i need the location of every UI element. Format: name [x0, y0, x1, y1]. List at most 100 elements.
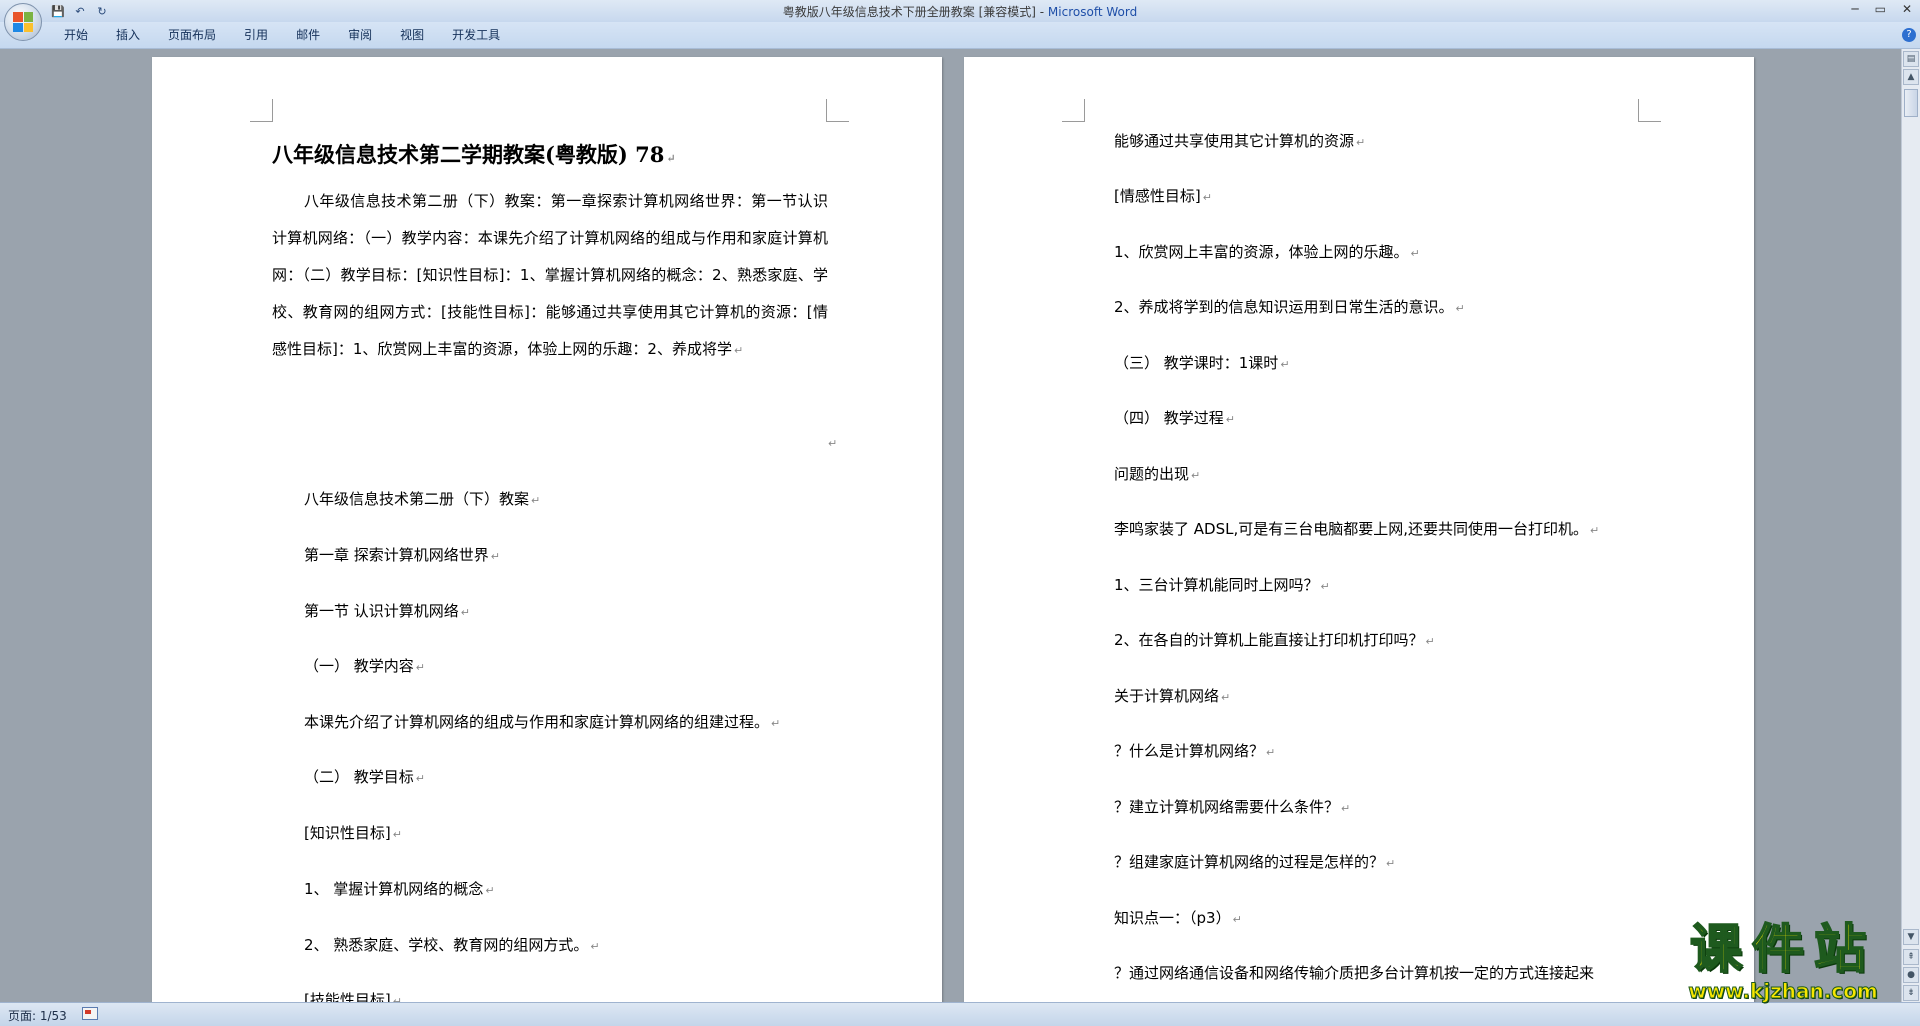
line-text: （二） 教学目标 [304, 768, 414, 786]
paragraph-mark: ↵ [531, 494, 541, 507]
paragraph-mark: ↵ [1320, 580, 1330, 593]
text-line: ？什么是计算机网络？ ↵ [1114, 740, 1275, 761]
line-text: 1、欣赏网上丰富的资源，体验上网的乐趣。 [1114, 243, 1409, 261]
tab-home[interactable]: 开始 [50, 22, 102, 48]
line-text: （一） 教学内容 [304, 657, 414, 675]
paragraph-mark: ↵ [1191, 469, 1201, 482]
empty-paragraph: ↵ [826, 433, 837, 451]
text-line: （一） 教学内容 ↵ [304, 655, 425, 676]
tab-insert[interactable]: 插入 [102, 22, 154, 48]
line-text: [技能性目标] [304, 991, 391, 1002]
paragraph-mark: ↵ [1386, 857, 1396, 870]
text-line: [情感性目标] ↵ [1114, 185, 1212, 206]
ribbon-tab-bar: 开始 插入 页面布局 引用 邮件 审阅 视图 开发工具 ? [0, 22, 1920, 49]
line-text: 关于计算机网络 [1114, 687, 1220, 705]
office-logo-icon [13, 12, 33, 32]
intro-paragraph: 八年级信息技术第二册（下）教案：第一章探索计算机网络世界：第一节认识计算机网络：… [272, 183, 828, 369]
text-line: 李鸣家装了 ADSL,可是有三台电脑都要上网,还要共同使用一台打印机。 ↵ [1114, 518, 1599, 539]
scroll-thumb[interactable] [1904, 89, 1918, 117]
paragraph-mark: ↵ [828, 437, 838, 450]
paragraph-mark: ↵ [666, 152, 676, 165]
line-text: 2、养成将学到的信息知识运用到日常生活的意识。 [1114, 298, 1454, 316]
watermark-url: www.kjzhan.com [1688, 979, 1879, 1003]
line-text: 能够通过共享使用其它计算机的资源 [1114, 132, 1355, 150]
line-text: ？建立计算机网络需要什么条件？ [1114, 798, 1340, 816]
line-text: 第一章 探索计算机网络世界 [304, 546, 489, 564]
line-text: 本课先介绍了计算机网络的组成与作用和家庭计算机网络的组建过程。 [304, 713, 770, 731]
paragraph-mark: ↵ [1590, 524, 1600, 537]
document-page-2[interactable]: 能够通过共享使用其它计算机的资源 ↵ [情感性目标] ↵ 1、欣赏网上丰富的资源，体… [964, 57, 1754, 1002]
tab-mailings[interactable]: 邮件 [282, 22, 334, 48]
text-line: 本课先介绍了计算机网络的组成与作用和家庭计算机网络的组建过程。 ↵ [304, 711, 780, 732]
paragraph-mark: ↵ [1280, 358, 1290, 371]
margin-corner-mark [1638, 99, 1661, 122]
text-line: 1、欣赏网上丰富的资源，体验上网的乐趣。 ↵ [1114, 241, 1420, 262]
text-line: ？通过网络通信设备和网络传输介质把多台计算机按一定的方式连接起来 [1114, 962, 1594, 983]
text-line: 2、 熟悉家庭、学校、教育网的组网方式。 ↵ [304, 934, 600, 955]
next-page-icon[interactable]: ⇟ [1903, 985, 1919, 1001]
line-text: 问题的出现 [1114, 465, 1190, 483]
paragraph-mark: ↵ [1225, 413, 1235, 426]
document-workspace[interactable]: 八年级信息技术第二学期教案(粤教版) 78 ↵ 八年级信息技术第二册（下）教案：第… [0, 49, 1902, 1002]
status-bar: 页面: 1/53 [0, 1002, 1920, 1026]
intro-text: 八年级信息技术第二册（下）教案：第一章探索计算机网络世界：第一节认识计算机网络：… [272, 192, 828, 358]
help-icon[interactable]: ? [1902, 28, 1916, 42]
text-line: [技能性目标] ↵ [304, 989, 402, 1002]
line-text: 1、三台计算机能同时上网吗？ [1114, 576, 1319, 594]
paragraph-mark: ↵ [1425, 635, 1435, 648]
document-page-1[interactable]: 八年级信息技术第二学期教案(粤教版) 78 ↵ 八年级信息技术第二册（下）教案：第… [152, 57, 942, 1002]
heading-text: 八年级信息技术第二学期教案(粤教版) 78 [272, 142, 665, 167]
line-text: 2、在各自的计算机上能直接让打印机打印吗？ [1114, 631, 1424, 649]
proofing-status-icon[interactable] [82, 1007, 98, 1020]
minimize-icon[interactable]: ─ [1851, 2, 1858, 16]
paragraph-mark: ↵ [1232, 913, 1242, 926]
paragraph-mark: ↵ [490, 550, 500, 563]
paragraph-mark: ↵ [590, 940, 600, 953]
line-text: 1、 掌握计算机网络的概念 [304, 880, 484, 898]
select-browse-object-icon[interactable]: ● [1903, 967, 1919, 983]
line-text: 知识点一：（p3） [1114, 909, 1231, 927]
vertical-scrollbar[interactable]: ▤ ▲ ▼ ⇞ ● ⇟ [1901, 49, 1920, 1002]
previous-page-icon[interactable]: ⇞ [1903, 949, 1919, 965]
watermark-title: 课件站 [1689, 919, 1876, 981]
paragraph-mark: ↵ [1356, 136, 1366, 149]
line-text: （四） 教学过程 [1114, 409, 1224, 427]
tab-view[interactable]: 视图 [386, 22, 438, 48]
tab-review[interactable]: 审阅 [334, 22, 386, 48]
tab-developer[interactable]: 开发工具 [438, 22, 514, 48]
window-controls: ─ ▭ ✕ [1851, 2, 1912, 16]
paragraph-mark: ↵ [733, 344, 744, 357]
text-line: [知识性目标] ↵ [304, 822, 402, 843]
paragraph-mark: ↵ [1455, 302, 1465, 315]
site-watermark: 课件站 www.kjzhan.com [1668, 919, 1898, 1003]
app-name: Microsoft Word [1047, 5, 1138, 19]
text-line: 2、在各自的计算机上能直接让打印机打印吗？ ↵ [1114, 629, 1435, 650]
margin-corner-mark [250, 99, 273, 122]
text-line: 知识点一：（p3） ↵ [1114, 907, 1242, 928]
close-icon[interactable]: ✕ [1902, 2, 1912, 16]
paragraph-mark: ↵ [1202, 191, 1212, 204]
text-line: 问题的出现 ↵ [1114, 463, 1200, 484]
text-line: 关于计算机网络 ↵ [1114, 685, 1230, 706]
scroll-up-icon[interactable]: ▲ [1903, 69, 1919, 85]
maximize-icon[interactable]: ▭ [1875, 2, 1886, 16]
office-button[interactable] [4, 3, 42, 41]
paragraph-mark: ↵ [460, 606, 470, 619]
tab-page-layout[interactable]: 页面布局 [154, 22, 230, 48]
text-line: ？建立计算机网络需要什么条件？ ↵ [1114, 796, 1350, 817]
paragraph-mark: ↵ [1341, 802, 1351, 815]
line-text: （三） 教学课时：1课时 [1114, 354, 1279, 372]
document-heading: 八年级信息技术第二学期教案(粤教版) 78 ↵ [272, 139, 676, 169]
page-count[interactable]: 页面: 1/53 [8, 1007, 67, 1024]
text-line: 能够通过共享使用其它计算机的资源 ↵ [1114, 130, 1365, 151]
paragraph-mark: ↵ [1410, 247, 1420, 260]
line-text: 八年级信息技术第二册（下）教案 [304, 490, 530, 508]
line-text: 2、 熟悉家庭、学校、教育网的组网方式。 [304, 936, 589, 954]
ruler-toggle-icon[interactable]: ▤ [1903, 51, 1919, 67]
tab-references[interactable]: 引用 [230, 22, 282, 48]
scroll-down-icon[interactable]: ▼ [1903, 929, 1919, 945]
text-line: （四） 教学过程 ↵ [1114, 407, 1235, 428]
line-text: 李鸣家装了 ADSL,可是有三台电脑都要上网,还要共同使用一台打印机。 [1114, 520, 1588, 538]
paragraph-mark: ↵ [392, 995, 402, 1002]
text-line: 第一章 探索计算机网络世界 ↵ [304, 544, 500, 565]
